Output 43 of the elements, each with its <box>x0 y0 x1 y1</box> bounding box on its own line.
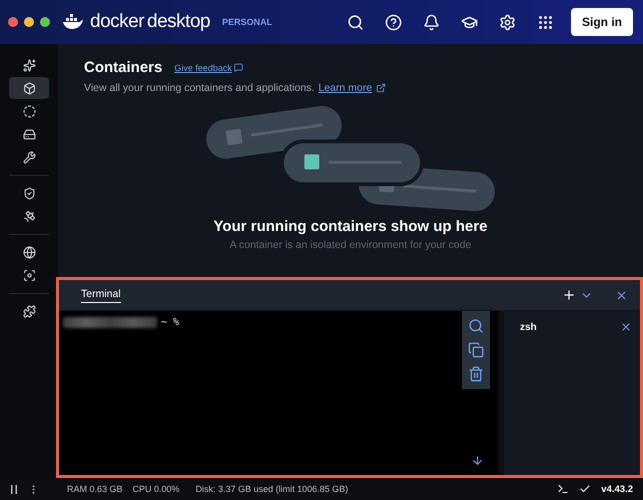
satellite-icon <box>22 210 36 222</box>
version-label: v4.43.2 <box>601 484 633 494</box>
close-window-button[interactable] <box>8 17 18 27</box>
whale-logo-icon <box>62 14 84 30</box>
dashed-circle-icon <box>22 104 36 118</box>
sparkles-icon <box>22 58 36 72</box>
learn-more-link[interactable]: Learn more <box>318 82 372 94</box>
external-link-icon[interactable] <box>376 83 386 93</box>
terminal-tab[interactable]: Terminal <box>81 288 121 302</box>
empty-state-text: A container is an isolated environment for your code <box>230 239 472 251</box>
sign-in-button[interactable]: Sign in <box>571 8 633 36</box>
empty-state-title: Your running containers show up here <box>214 218 488 235</box>
wrench-icon <box>22 150 36 164</box>
give-feedback-link[interactable]: Give feedback <box>174 62 232 72</box>
close-icon[interactable] <box>620 321 632 333</box>
copy-icon[interactable] <box>468 342 484 358</box>
plus-icon[interactable] <box>562 288 576 302</box>
cpu-usage: CPU 0.00% <box>132 484 180 494</box>
trash-icon[interactable] <box>468 366 484 382</box>
check-icon <box>579 483 592 495</box>
scroll-down-icon[interactable] <box>471 454 484 467</box>
cube-icon <box>22 82 36 94</box>
close-icon[interactable] <box>615 288 628 302</box>
focus-icon <box>22 268 36 282</box>
ram-usage: RAM 0.63 GB <box>67 484 123 494</box>
sidebar-item[interactable] <box>9 77 49 99</box>
terminal-prompt: ~ % <box>161 317 180 328</box>
session-label[interactable]: zsh <box>520 322 537 332</box>
plan-label: PERSONAL <box>222 17 272 27</box>
product-name: desktop <box>147 11 210 33</box>
chat-icon[interactable] <box>234 63 243 72</box>
drive-icon <box>22 128 36 140</box>
page-description: View all your running containers and applications. <box>84 82 314 94</box>
maximize-window-button[interactable] <box>40 17 50 27</box>
terminal-icon[interactable] <box>557 483 570 495</box>
minimize-window-button[interactable] <box>24 17 34 27</box>
disk-usage: Disk: 3.37 GB used (limit 1006.85 GB) <box>196 484 348 494</box>
globe-icon <box>22 246 36 258</box>
pause-icon[interactable] <box>10 484 18 494</box>
brand-name: docker <box>90 11 144 33</box>
puzzle-icon <box>22 304 36 318</box>
page-title: Containers <box>84 59 162 76</box>
shield-icon <box>22 186 36 200</box>
